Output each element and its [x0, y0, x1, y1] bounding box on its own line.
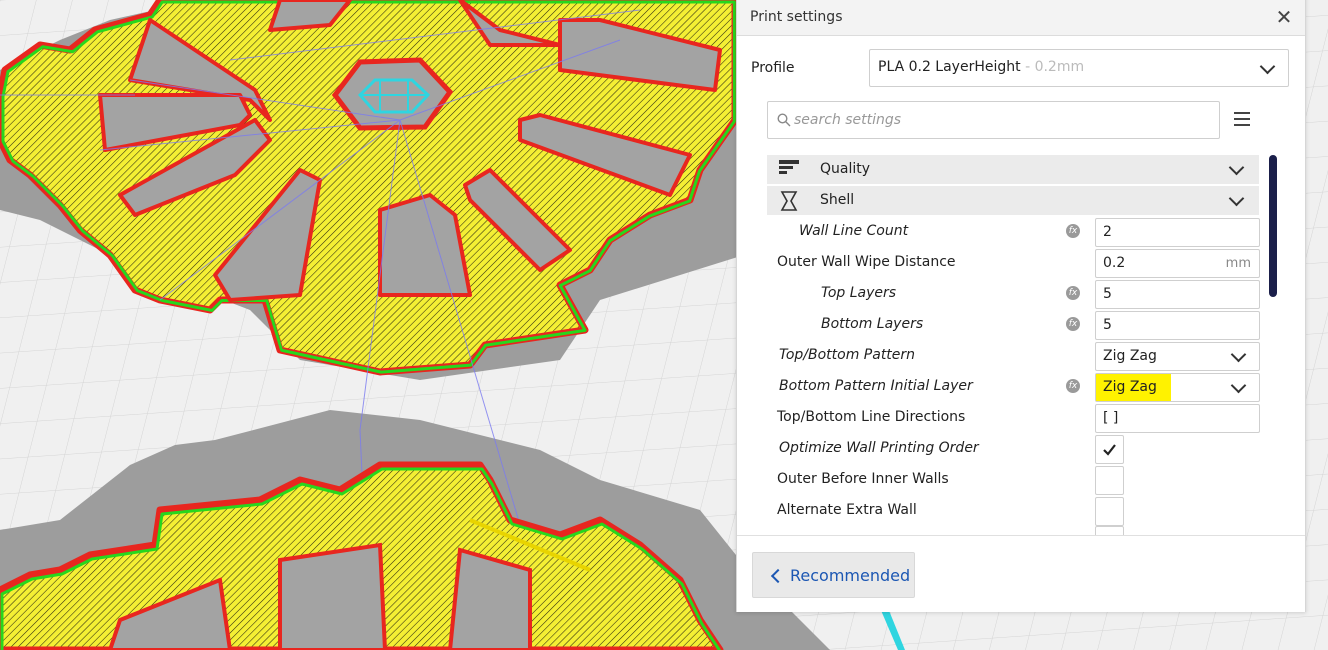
chevron-down-icon: [1230, 377, 1247, 394]
close-icon[interactable]: ✕: [1273, 5, 1295, 29]
setting-label: Top/Bottom Line Directions: [777, 409, 966, 425]
optimize-wall-printing-order-checkbox[interactable]: [1095, 435, 1124, 464]
outer-wall-wipe-distance-input[interactable]: 0.2 mm: [1095, 249, 1260, 278]
field-value: 0.2: [1103, 255, 1126, 271]
setting-label: Alternate Extra Wall: [777, 502, 917, 518]
section-label: Quality: [820, 161, 871, 177]
panel-footer: Recommended: [737, 535, 1305, 612]
field-value: Zig Zag: [1103, 348, 1157, 364]
setting-row: Top Layers fx 5: [737, 278, 1305, 309]
chevron-left-icon: [770, 568, 786, 584]
search-placeholder: search settings: [794, 112, 902, 128]
search-input[interactable]: search settings: [767, 101, 1220, 139]
setting-row: Bottom Pattern Initial Layer fx Zig Zag: [737, 371, 1305, 402]
setting-label: Outer Before Inner Walls: [777, 471, 949, 487]
setting-row: Top/Bottom Line Directions [ ]: [737, 402, 1305, 433]
section-quality[interactable]: Quality: [767, 155, 1259, 184]
chevron-down-icon: [1228, 159, 1245, 176]
panel-title: Print settings: [750, 9, 843, 25]
profile-suffix: - 0.2mm: [1020, 59, 1085, 75]
setting-label: Optimize Wall Printing Order: [779, 440, 979, 456]
field-value: 5: [1103, 286, 1112, 302]
field-value: 2: [1103, 224, 1112, 240]
wall-line-count-input[interactable]: 2: [1095, 218, 1260, 247]
setting-label: Wall Line Count: [799, 223, 909, 239]
setting-label: Outer Wall Wipe Distance: [777, 254, 956, 270]
field-value: 5: [1103, 317, 1112, 333]
field-value: Zig Zag: [1103, 379, 1157, 395]
bottom-pattern-initial-layer-dropdown[interactable]: Zig Zag: [1095, 373, 1260, 402]
section-label: Shell: [820, 192, 855, 208]
field-unit: mm: [1225, 256, 1251, 271]
setting-row: Outer Wall Wipe Distance 0.2 mm: [737, 247, 1305, 278]
section-shell[interactable]: Shell: [767, 186, 1259, 215]
recommended-label: Recommended: [790, 566, 911, 585]
setting-row: Top/Bottom Pattern Zig Zag: [737, 340, 1305, 371]
hamburger-icon[interactable]: [1234, 112, 1250, 126]
setting-label: Top/Bottom Pattern: [779, 347, 916, 363]
profile-value: PLA 0.2 LayerHeight: [878, 59, 1021, 75]
alternate-extra-wall-checkbox[interactable]: [1095, 497, 1124, 526]
checkmark-icon: [1103, 444, 1116, 456]
search-icon: [777, 113, 791, 127]
field-value: [ ]: [1103, 410, 1119, 426]
setting-row: Bottom Layers fx 5: [737, 309, 1305, 340]
partial-checkbox[interactable]: [1095, 526, 1124, 535]
chevron-down-icon: [1228, 190, 1245, 207]
setting-label: Top Layers: [821, 285, 897, 301]
scrollbar[interactable]: [1269, 155, 1277, 297]
fx-icon[interactable]: fx: [1066, 379, 1080, 393]
setting-row: Outer Before Inner Walls: [737, 464, 1305, 495]
setting-row-partial: [737, 526, 1305, 535]
profile-label: Profile: [751, 60, 795, 76]
fx-icon[interactable]: fx: [1066, 317, 1080, 331]
chevron-down-icon: [1230, 346, 1247, 363]
setting-label: Bottom Pattern Initial Layer: [779, 378, 973, 394]
setting-row: Alternate Extra Wall: [737, 495, 1305, 526]
top-bottom-pattern-dropdown[interactable]: Zig Zag: [1095, 342, 1260, 371]
quality-icon: [779, 160, 799, 174]
profile-dropdown[interactable]: PLA 0.2 LayerHeight - 0.2mm: [869, 49, 1289, 87]
outer-before-inner-walls-checkbox[interactable]: [1095, 466, 1124, 495]
chevron-down-icon: [1259, 58, 1276, 75]
fx-icon[interactable]: fx: [1066, 286, 1080, 300]
print-settings-panel: Print settings ✕ Profile PLA 0.2 LayerHe…: [736, 0, 1306, 612]
top-layers-input[interactable]: 5: [1095, 280, 1260, 309]
setting-row: Wall Line Count fx 2: [737, 216, 1305, 247]
bottom-layers-input[interactable]: 5: [1095, 311, 1260, 340]
fx-icon[interactable]: fx: [1066, 224, 1080, 238]
setting-label: Bottom Layers: [821, 316, 924, 332]
setting-row: Optimize Wall Printing Order: [737, 433, 1305, 464]
shell-icon: [780, 191, 798, 211]
panel-header: Print settings ✕: [737, 0, 1305, 36]
top-bottom-line-directions-input[interactable]: [ ]: [1095, 404, 1260, 433]
recommended-button[interactable]: Recommended: [752, 552, 915, 598]
